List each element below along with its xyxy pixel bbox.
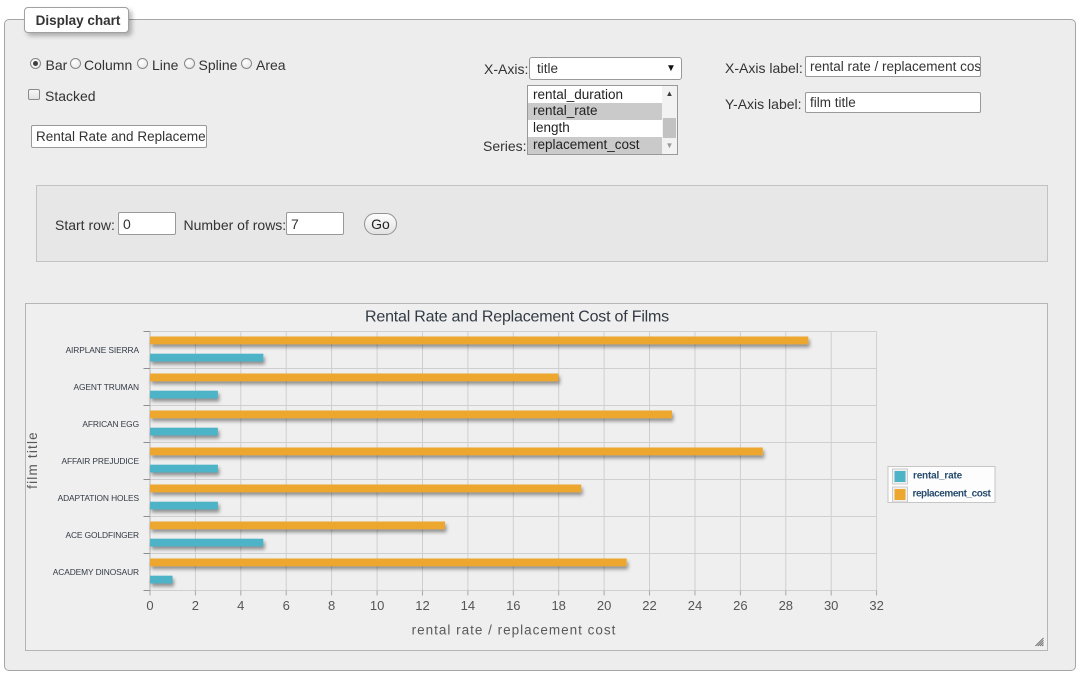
svg-text:24: 24 <box>688 598 702 613</box>
svg-text:18: 18 <box>551 598 565 613</box>
svg-text:ACE GOLDFINGER: ACE GOLDFINGER <box>65 530 139 540</box>
svg-text:22: 22 <box>642 598 656 613</box>
svg-text:0: 0 <box>146 598 153 613</box>
svg-text:30: 30 <box>824 598 838 613</box>
svg-text:8: 8 <box>328 598 335 613</box>
svg-text:rental rate / replacement cost: rental rate / replacement cost <box>412 623 617 638</box>
svg-text:rental_rate: rental_rate <box>913 471 963 482</box>
svg-text:26: 26 <box>733 598 747 613</box>
svg-text:16: 16 <box>506 598 520 613</box>
svg-text:12: 12 <box>415 598 429 613</box>
svg-text:replacement_cost: replacement_cost <box>913 489 992 500</box>
svg-text:AFFAIR PREJUDICE: AFFAIR PREJUDICE <box>61 456 139 466</box>
svg-text:6: 6 <box>283 598 290 613</box>
svg-text:14: 14 <box>461 598 475 613</box>
svg-text:4: 4 <box>237 598 244 613</box>
svg-text:ADAPTATION HOLES: ADAPTATION HOLES <box>58 493 140 503</box>
svg-text:film title: film title <box>26 431 40 489</box>
svg-text:28: 28 <box>779 598 793 613</box>
svg-text:ACADEMY DINOSAUR: ACADEMY DINOSAUR <box>53 567 139 577</box>
svg-text:AGENT TRUMAN: AGENT TRUMAN <box>74 382 140 392</box>
svg-text:Rental Rate and Replacement Co: Rental Rate and Replacement Cost of Film… <box>365 309 669 326</box>
svg-text:20: 20 <box>597 598 611 613</box>
svg-text:AIRPLANE SIERRA: AIRPLANE SIERRA <box>66 345 140 355</box>
svg-text:2: 2 <box>192 598 199 613</box>
svg-text:10: 10 <box>370 598 384 613</box>
svg-text:32: 32 <box>869 598 883 613</box>
svg-text:AFRICAN EGG: AFRICAN EGG <box>82 419 139 429</box>
